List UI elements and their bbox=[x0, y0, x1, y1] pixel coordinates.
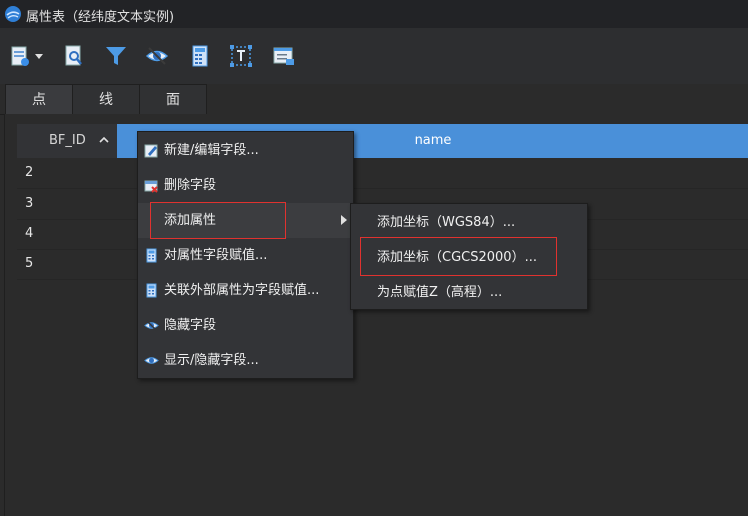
text-icon bbox=[230, 45, 252, 67]
sort-ascending-icon[interactable] bbox=[99, 135, 109, 145]
tab-line[interactable]: 线 bbox=[72, 84, 140, 114]
row-id-cell: 4 bbox=[25, 226, 34, 241]
show-eye-icon bbox=[144, 357, 159, 364]
submenu-item-label: 添加坐标（CGCS2000）... bbox=[377, 250, 537, 265]
submenu-item-add-coords-cgcs2000[interactable]: 添加坐标（CGCS2000）... bbox=[351, 240, 587, 275]
layer-tabs: 点 线 面 bbox=[0, 84, 748, 115]
hide-field-button[interactable] bbox=[143, 42, 171, 70]
submenu-item-label: 为点赋值Z（高程）... bbox=[377, 285, 503, 300]
find-button[interactable] bbox=[60, 42, 88, 70]
delete-field-icon bbox=[144, 180, 158, 193]
menu-item-label: 新建/编辑字段... bbox=[164, 143, 259, 158]
edit-field-icon bbox=[144, 144, 158, 158]
table-row[interactable]: 2 bbox=[17, 158, 748, 189]
add-attribute-submenu: 添加坐标（WGS84）... 添加坐标（CGCS2000）... 为点赋值Z（高… bbox=[350, 203, 588, 310]
attribute-grid: BF_ID name 2 3 4 5 bbox=[4, 114, 748, 516]
submenu-arrow-icon bbox=[341, 215, 347, 225]
submenu-item-add-coords-wgs84[interactable]: 添加坐标（WGS84）... bbox=[351, 205, 587, 240]
text-button[interactable] bbox=[227, 42, 255, 70]
menu-item-assign-field-value[interactable]: 对属性字段赋值... bbox=[138, 238, 353, 273]
window-title: 属性表（经纬度文本实例) bbox=[26, 10, 175, 25]
context-menu: 新建/编辑字段... 删除字段 添加属性 对属性字段赋值... 关联外部属性为字… bbox=[137, 131, 354, 379]
title-bar: 属性表（经纬度文本实例) bbox=[0, 0, 748, 28]
calculator-icon bbox=[146, 283, 157, 298]
hide-icon bbox=[145, 47, 169, 65]
tab-point[interactable]: 点 bbox=[5, 84, 73, 114]
menu-item-label: 显示/隐藏字段... bbox=[164, 353, 259, 368]
tab-polygon[interactable]: 面 bbox=[139, 84, 207, 114]
calculator-icon bbox=[192, 45, 208, 67]
menu-item-label: 关联外部属性为字段赋值... bbox=[164, 283, 320, 298]
menu-item-add-attribute[interactable]: 添加属性 bbox=[138, 203, 353, 238]
column-header-bf-id[interactable]: BF_ID bbox=[17, 124, 117, 158]
toolbar bbox=[0, 28, 748, 84]
find-icon bbox=[65, 45, 82, 66]
menu-item-hide-field[interactable]: 隐藏字段 bbox=[138, 308, 353, 343]
menu-item-label: 对属性字段赋值... bbox=[164, 248, 268, 263]
menu-item-show-hide-fields[interactable]: 显示/隐藏字段... bbox=[138, 343, 353, 378]
field-list-icon bbox=[273, 47, 294, 65]
menu-item-delete-field[interactable]: 删除字段 bbox=[138, 168, 353, 203]
row-id-cell: 5 bbox=[25, 256, 34, 271]
row-id-cell: 3 bbox=[25, 196, 34, 211]
filter-button[interactable] bbox=[102, 42, 130, 70]
new-table-dropdown[interactable] bbox=[30, 42, 48, 70]
filter-icon bbox=[106, 47, 126, 65]
column-label: BF_ID bbox=[49, 133, 86, 148]
row-id-cell: 2 bbox=[25, 165, 34, 180]
menu-item-label: 添加属性 bbox=[164, 213, 217, 228]
field-list-button[interactable] bbox=[270, 42, 298, 70]
calculator-icon bbox=[146, 248, 157, 263]
hide-eye-icon bbox=[144, 319, 159, 332]
submenu-item-label: 添加坐标（WGS84）... bbox=[377, 215, 516, 230]
menu-item-label: 删除字段 bbox=[164, 178, 217, 193]
grid-header: BF_ID name bbox=[17, 124, 748, 158]
app-logo-icon bbox=[5, 6, 21, 22]
calculate-field-button[interactable] bbox=[186, 42, 214, 70]
new-table-icon bbox=[11, 46, 29, 66]
dropdown-caret-icon bbox=[35, 54, 43, 59]
menu-item-join-external-attribute[interactable]: 关联外部属性为字段赋值... bbox=[138, 273, 353, 308]
menu-item-new-edit-field[interactable]: 新建/编辑字段... bbox=[138, 133, 353, 168]
menu-item-label: 隐藏字段 bbox=[164, 318, 217, 333]
submenu-item-assign-z-elevation[interactable]: 为点赋值Z（高程）... bbox=[351, 275, 587, 310]
